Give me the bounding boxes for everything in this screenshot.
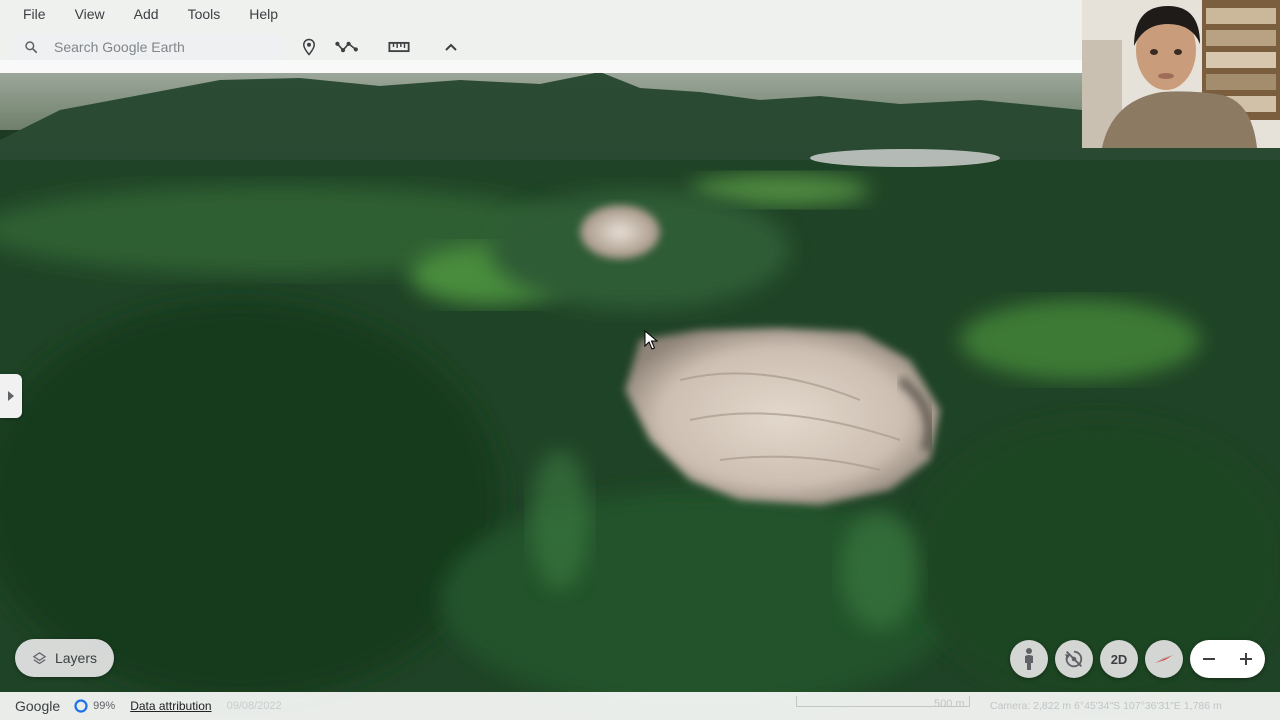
- zoom-in-icon[interactable]: [1239, 652, 1253, 666]
- toggle-2d-label: 2D: [1110, 651, 1128, 667]
- ruler-icon: [388, 41, 410, 53]
- chevron-up-icon: [445, 43, 457, 51]
- path-icon: [335, 41, 358, 53]
- webcam-overlay: [1082, 0, 1280, 148]
- menu-help[interactable]: Help: [240, 6, 287, 22]
- orbit-off-icon: [1064, 650, 1083, 668]
- street-view-button[interactable]: [1010, 640, 1048, 678]
- menu-bar: File View Add Tools Help: [0, 0, 1082, 28]
- menu-add[interactable]: Add: [125, 6, 168, 22]
- zoom-out-icon[interactable]: [1202, 652, 1216, 666]
- scale-label: 500 m: [934, 698, 965, 710]
- menu-tools[interactable]: Tools: [179, 6, 230, 22]
- orbit-toggle-button[interactable]: [1055, 640, 1093, 678]
- loading-progress-icon: [74, 699, 88, 713]
- pegman-icon: [1025, 648, 1033, 670]
- layers-label: Layers: [54, 650, 98, 666]
- search-box[interactable]: [12, 34, 284, 60]
- toolbar: [0, 28, 1082, 73]
- chevron-right-icon: [8, 391, 14, 401]
- menu-view[interactable]: View: [66, 6, 114, 22]
- imagery-date: 09/08/2022: [226, 700, 282, 712]
- google-logo: Google: [15, 698, 61, 714]
- menu-file[interactable]: File: [14, 6, 55, 22]
- collapse-toolbar-button[interactable]: [438, 34, 464, 60]
- compass-icon: [1155, 655, 1173, 663]
- compass-button[interactable]: [1145, 640, 1183, 678]
- status-bar: Google 99% Data attribution 09/08/2022 5…: [0, 692, 1280, 720]
- add-placemark-button[interactable]: [296, 34, 322, 60]
- measure-button[interactable]: [386, 34, 412, 60]
- toggle-2d-button[interactable]: 2D: [1100, 640, 1138, 678]
- search-input[interactable]: [52, 38, 276, 56]
- zoom-controls: [1190, 640, 1265, 678]
- camera-info: Camera: 2,822 m 6°45'34"S 107°36'31"E 1,…: [990, 700, 1222, 712]
- placemark-icon: [302, 38, 316, 56]
- loading-progress-text: 99%: [93, 700, 116, 712]
- data-attribution-link[interactable]: Data attribution: [130, 699, 211, 713]
- layers-button[interactable]: Layers: [15, 639, 114, 677]
- mouse-cursor-icon: [644, 330, 658, 350]
- side-panel-toggle[interactable]: [0, 374, 22, 418]
- layers-icon: [32, 651, 47, 664]
- add-path-button[interactable]: [334, 34, 360, 60]
- search-icon: [25, 41, 38, 54]
